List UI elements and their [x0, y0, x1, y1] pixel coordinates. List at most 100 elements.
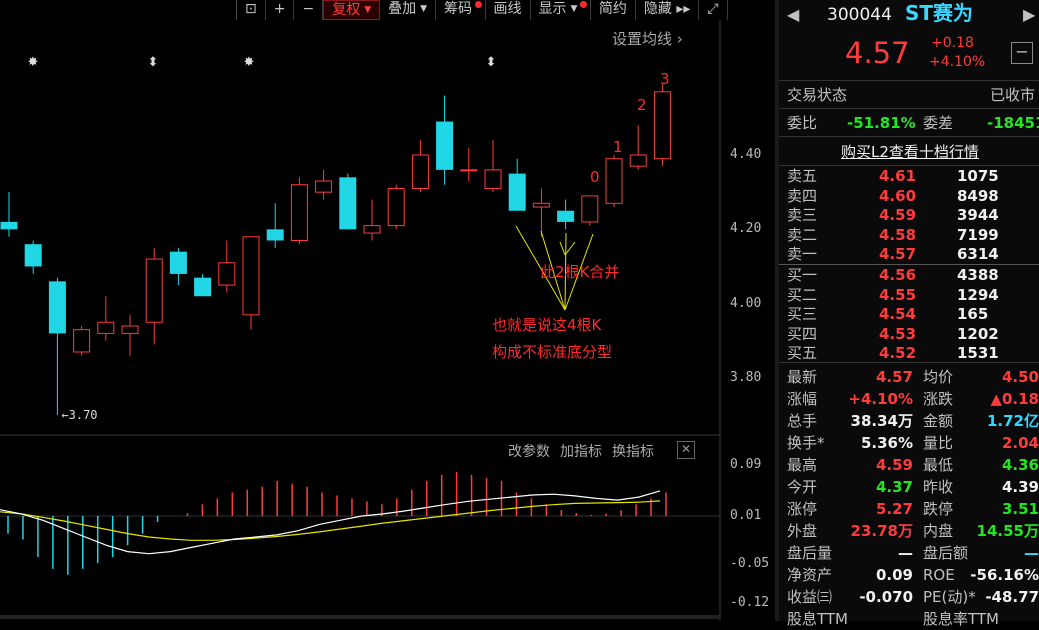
ask-row[interactable]: 卖五 4.61 1075	[779, 167, 1039, 186]
stat-value: 5.27	[875, 500, 913, 518]
bid-row[interactable]: 买五 4.52 1531	[779, 344, 1039, 363]
collapse-icon[interactable]: −	[1011, 42, 1033, 64]
chevron-right-icon: ›	[676, 30, 683, 48]
bid-row[interactable]: 买三 4.54 165	[779, 305, 1039, 324]
ask-row[interactable]: 卖三 4.59 3944	[779, 206, 1039, 225]
annotation-line	[564, 241, 576, 256]
stats-row: 外盘 23.78万 内盘 14.55万	[779, 520, 1039, 542]
bid-row[interactable]: 买四 4.53 1202	[779, 325, 1039, 344]
prev-stock-icon[interactable]: ◀	[787, 4, 799, 26]
candle-body	[387, 187, 405, 227]
event-marker-icon: ⬍	[148, 55, 159, 70]
stat-value: 0.09	[875, 566, 913, 584]
draw-line-button[interactable]: 画线	[486, 0, 531, 20]
price-change: +0.18	[931, 35, 974, 51]
l2-link[interactable]: 购买L2查看十档行情	[841, 141, 979, 163]
caret-down-icon: ▼	[570, 4, 578, 14]
ask-price: 4.58	[879, 225, 917, 244]
annotation-number: 2	[637, 96, 647, 114]
caret-down-icon: ▼	[364, 5, 372, 15]
stat-label: 最低	[923, 456, 954, 474]
bid-price: 4.52	[879, 344, 917, 362]
candle-body	[73, 329, 91, 353]
stats-row: 股息TTM 股息率TTM	[779, 608, 1039, 630]
bid-level: 买五	[787, 344, 818, 362]
add-indicator-button[interactable]: 加指标	[560, 441, 602, 461]
macd-axis-label: 0.01	[730, 508, 762, 523]
candle-body	[145, 258, 163, 323]
candle-body	[315, 180, 333, 193]
last-price: 4.57	[845, 36, 910, 70]
stat-value: -56.16%	[970, 566, 1039, 584]
ask-price: 4.61	[879, 167, 917, 185]
stat-label: 均价	[923, 368, 954, 386]
ask-level: 卖五	[787, 167, 818, 185]
candle-body	[605, 158, 623, 204]
ask-row[interactable]: 卖二 4.58 7199	[779, 226, 1039, 245]
weibi-value: -51.81%	[847, 114, 916, 132]
zoom-in-button[interactable]: +	[266, 0, 295, 20]
stat-value: 5.36%	[860, 434, 913, 452]
bid-row[interactable]: 买一 4.56 4388	[779, 266, 1039, 285]
candle-body	[290, 184, 308, 241]
macd-axis-label: -0.12	[730, 595, 770, 610]
overlay-button[interactable]: 叠加 ▼	[380, 0, 437, 20]
stat-value: 2.04	[1001, 434, 1039, 452]
stat-value: 3.51	[1001, 500, 1039, 518]
zoom-out-button[interactable]: −	[294, 0, 324, 20]
ask-row[interactable]: 卖一 4.57 6314	[779, 245, 1039, 264]
chart-toolbar: ⊡ + − 复权 ▼ 叠加 ▼ 筹码 画线 显示 ▼ 简约 隐藏 ▸▸ ⤢	[236, 0, 728, 20]
stat-label: 量比	[923, 434, 954, 452]
kline-chart-area[interactable]: ✸ ⬍ ✸ ⬍ ←3.70 此2根K合并 也就是说这4根K 构成不标准底分型 0 1 2 3 ⊡ + …	[0, 0, 775, 621]
price-row: 4.57 +0.18 +4.10% −	[779, 35, 1039, 70]
candle-body	[242, 236, 260, 316]
close-icon[interactable]: ✕	[677, 441, 695, 459]
event-marker-icon: ✸	[28, 55, 39, 70]
bid-price: 4.56	[879, 266, 917, 284]
annotation-merge: 此2根K合并	[540, 263, 619, 281]
stat-label: 股息率TTM	[923, 610, 1000, 628]
ask-volume: 1075	[957, 167, 999, 185]
simple-button[interactable]: 简约	[591, 0, 636, 20]
ask-row[interactable]: 卖四 4.60 8498	[779, 187, 1039, 206]
ask-level: 卖二	[787, 225, 818, 244]
ma-setting-button[interactable]: 设置均线 ›	[612, 28, 683, 49]
stat-value: 4.39	[1001, 478, 1039, 496]
macd-dea-line	[0, 500, 661, 541]
double-chevron-right-icon: ▸▸	[676, 1, 691, 17]
candle-body	[121, 325, 139, 334]
bid-level: 买一	[787, 266, 818, 284]
candle-body	[48, 281, 66, 334]
ask-volume: 8498	[957, 186, 999, 205]
quote-header: ◀ 300044 ST赛为 ▶	[779, 2, 1039, 28]
price-label: 4.40	[730, 147, 762, 162]
edit-params-button[interactable]: 改参数	[508, 441, 550, 461]
price-label: 4.00	[730, 296, 762, 311]
bid-row[interactable]: 买二 4.55 1294	[779, 286, 1039, 305]
stat-value: ▲0.18	[990, 390, 1039, 408]
bid-volume: 1202	[957, 324, 999, 343]
bid-price: 4.54	[879, 305, 917, 323]
switch-indicator-button[interactable]: 换指标	[612, 441, 654, 461]
stat-value: 1.72亿	[986, 412, 1039, 430]
weicha-label: 委差	[923, 114, 954, 132]
stat-label: 内盘	[923, 522, 954, 540]
fuquan-button[interactable]: 复权 ▼	[323, 0, 381, 20]
chips-button[interactable]: 筹码	[436, 0, 486, 20]
stat-label: 盘后额	[923, 544, 969, 562]
display-button[interactable]: 显示 ▼	[531, 0, 591, 20]
stat-label: 涨停	[787, 500, 818, 518]
candle-body	[24, 244, 42, 267]
bid-level: 买四	[787, 324, 818, 343]
candle-body	[629, 154, 647, 167]
kline-chart[interactable]: ✸ ⬍ ✸ ⬍ ←3.70 此2根K合并也就是说这4根K 构成不标准底分型 01 23	[0, 0, 775, 621]
stat-value: —	[898, 544, 913, 562]
fullscreen-icon[interactable]: ⤢	[699, 0, 728, 20]
next-stock-icon[interactable]: ▶	[1023, 4, 1035, 26]
hide-button[interactable]: 隐藏 ▸▸	[636, 0, 700, 20]
layout-icon[interactable]: ⊡	[237, 0, 266, 20]
price-label: 3.80	[730, 370, 762, 385]
ask-level: 卖一	[787, 245, 818, 263]
candle-body	[436, 121, 454, 170]
stats-row: 净资产 0.09 ROE -56.16%	[779, 564, 1039, 586]
